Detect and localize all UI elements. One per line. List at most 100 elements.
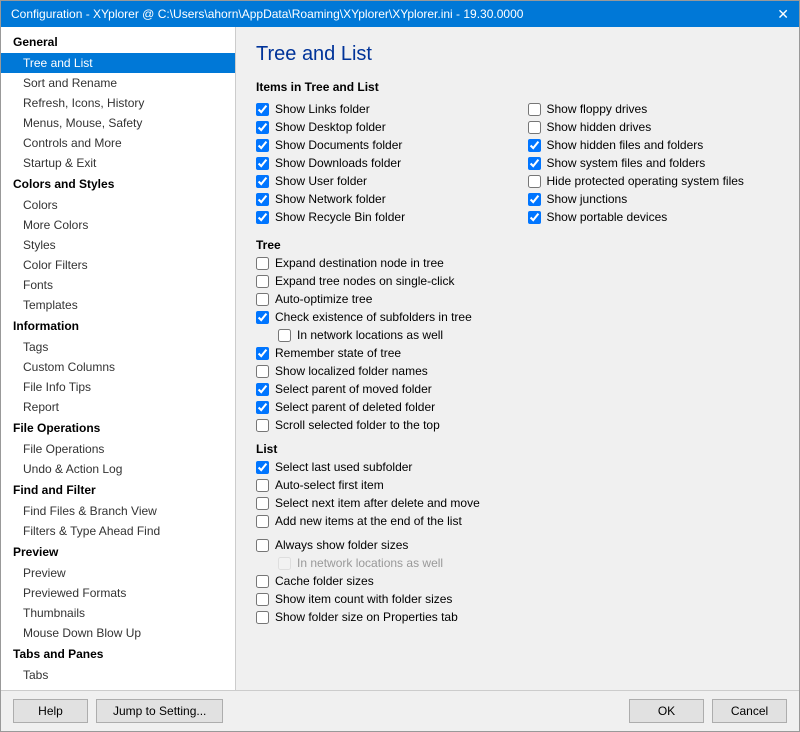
ok-button[interactable]: OK (629, 699, 704, 723)
checkbox-input[interactable] (528, 157, 541, 170)
checkbox-item[interactable]: Expand destination node in tree (256, 256, 779, 270)
sidebar-item[interactable]: Filters & Type Ahead Find (1, 521, 235, 541)
sidebar-item[interactable]: Preview (1, 563, 235, 583)
checkbox-item[interactable]: Show Documents folder (256, 138, 508, 152)
checkbox-item[interactable]: Show Links folder (256, 102, 508, 116)
sidebar-item[interactable]: Tree and List (1, 53, 235, 73)
checkbox-item[interactable]: Scroll selected folder to the top (256, 418, 779, 432)
checkbox-item[interactable]: Cache folder sizes (256, 574, 779, 588)
sidebar-item[interactable]: Refresh, Icons, History (1, 93, 235, 113)
sidebar-item[interactable]: Custom Columns (1, 357, 235, 377)
sidebar-item[interactable]: Color Filters (1, 255, 235, 275)
checkbox-input[interactable] (256, 257, 269, 270)
checkbox-input[interactable] (256, 401, 269, 414)
checkbox-item[interactable]: Select parent of deleted folder (256, 400, 779, 414)
sidebar-item[interactable]: Mouse Down Blow Up (1, 623, 235, 643)
checkbox-item[interactable]: Auto-select first item (256, 478, 779, 492)
checkbox-input[interactable] (256, 539, 269, 552)
sidebar-item[interactable]: Thumbnails (1, 603, 235, 623)
checkbox-input[interactable] (256, 497, 269, 510)
checkbox-item[interactable]: Auto-optimize tree (256, 292, 779, 306)
checkbox-item[interactable]: Show Desktop folder (256, 120, 508, 134)
checkbox-input[interactable] (528, 175, 541, 188)
checkbox-input[interactable] (256, 275, 269, 288)
checkbox-item[interactable]: Show system files and folders (528, 156, 780, 170)
checkbox-input[interactable] (528, 211, 541, 224)
checkbox-input[interactable] (256, 347, 269, 360)
checkbox-input[interactable] (256, 157, 269, 170)
checkbox-input[interactable] (256, 479, 269, 492)
checkbox-input[interactable] (256, 515, 269, 528)
checkbox-input[interactable] (256, 365, 269, 378)
checkbox-input[interactable] (256, 293, 269, 306)
checkbox-item[interactable]: Show Downloads folder (256, 156, 508, 170)
sidebar-item[interactable]: Tabs (1, 665, 235, 685)
checkbox-item[interactable]: Show folder size on Properties tab (256, 610, 779, 624)
checkbox-input[interactable] (256, 121, 269, 134)
checkbox-item[interactable]: Show hidden drives (528, 120, 780, 134)
jump-button[interactable]: Jump to Setting... (96, 699, 223, 723)
checkbox-input[interactable] (528, 121, 541, 134)
sidebar-item[interactable]: Report (1, 397, 235, 417)
checkbox-item[interactable]: In network locations as well (278, 556, 779, 570)
close-button[interactable]: ✕ (777, 7, 789, 21)
checkbox-item[interactable]: Expand tree nodes on single-click (256, 274, 779, 288)
checkbox-item[interactable]: Hide protected operating system files (528, 174, 780, 188)
checkbox-input[interactable] (256, 575, 269, 588)
checkbox-item[interactable]: Select last used subfolder (256, 460, 779, 474)
checkbox-item[interactable]: Show User folder (256, 174, 508, 188)
sidebar-item[interactable]: Previewed Formats (1, 583, 235, 603)
checkbox-input[interactable] (256, 383, 269, 396)
sidebar-item[interactable]: Fonts (1, 275, 235, 295)
sidebar-category: Tabs and Panes (1, 643, 235, 665)
sidebar-item[interactable]: Templates (1, 295, 235, 315)
checkbox-input[interactable] (256, 593, 269, 606)
sidebar-item[interactable]: Find Files & Branch View (1, 501, 235, 521)
sidebar-item[interactable]: Controls and More (1, 133, 235, 153)
checkbox-item[interactable]: Show Network folder (256, 192, 508, 206)
checkbox-label: Show hidden files and folders (547, 138, 704, 152)
sidebar-item[interactable]: Startup & Exit (1, 153, 235, 173)
checkbox-input[interactable] (256, 311, 269, 324)
sidebar-item[interactable]: Menus, Mouse, Safety (1, 113, 235, 133)
sidebar-item[interactable]: Colors (1, 195, 235, 215)
checkbox-item[interactable]: Show localized folder names (256, 364, 779, 378)
checkbox-input[interactable] (528, 103, 541, 116)
checkbox-input[interactable] (256, 611, 269, 624)
checkbox-item[interactable]: Show junctions (528, 192, 780, 206)
sidebar-item[interactable]: Tags (1, 337, 235, 357)
checkbox-input[interactable] (256, 211, 269, 224)
checkbox-label: Select next item after delete and move (275, 496, 480, 510)
checkbox-input[interactable] (256, 419, 269, 432)
checkbox-input[interactable] (278, 329, 291, 342)
sidebar-item[interactable]: More Colors (1, 215, 235, 235)
checkbox-input[interactable] (278, 557, 291, 570)
checkbox-item[interactable]: Show floppy drives (528, 102, 780, 116)
checkbox-input[interactable] (528, 139, 541, 152)
checkbox-label: Show folder size on Properties tab (275, 610, 458, 624)
checkbox-item[interactable]: Add new items at the end of the list (256, 514, 779, 528)
sidebar-item[interactable]: Styles (1, 235, 235, 255)
checkbox-item[interactable]: Remember state of tree (256, 346, 779, 360)
checkbox-input[interactable] (528, 193, 541, 206)
sidebar-item[interactable]: Sort and Rename (1, 73, 235, 93)
checkbox-input[interactable] (256, 139, 269, 152)
sidebar-item[interactable]: File Info Tips (1, 377, 235, 397)
checkbox-input[interactable] (256, 103, 269, 116)
checkbox-input[interactable] (256, 193, 269, 206)
checkbox-item[interactable]: Select next item after delete and move (256, 496, 779, 510)
help-button[interactable]: Help (13, 699, 88, 723)
checkbox-item[interactable]: Show Recycle Bin folder (256, 210, 508, 224)
checkbox-item[interactable]: Show item count with folder sizes (256, 592, 779, 606)
sidebar-item[interactable]: File Operations (1, 439, 235, 459)
checkbox-item[interactable]: Check existence of subfolders in tree (256, 310, 779, 324)
checkbox-item[interactable]: Show portable devices (528, 210, 780, 224)
sidebar-item[interactable]: Undo & Action Log (1, 459, 235, 479)
checkbox-input[interactable] (256, 175, 269, 188)
checkbox-item[interactable]: Select parent of moved folder (256, 382, 779, 396)
checkbox-item[interactable]: Always show folder sizes (256, 538, 779, 552)
cancel-button[interactable]: Cancel (712, 699, 787, 723)
checkbox-item[interactable]: Show hidden files and folders (528, 138, 780, 152)
checkbox-input[interactable] (256, 461, 269, 474)
checkbox-item[interactable]: In network locations as well (278, 328, 779, 342)
